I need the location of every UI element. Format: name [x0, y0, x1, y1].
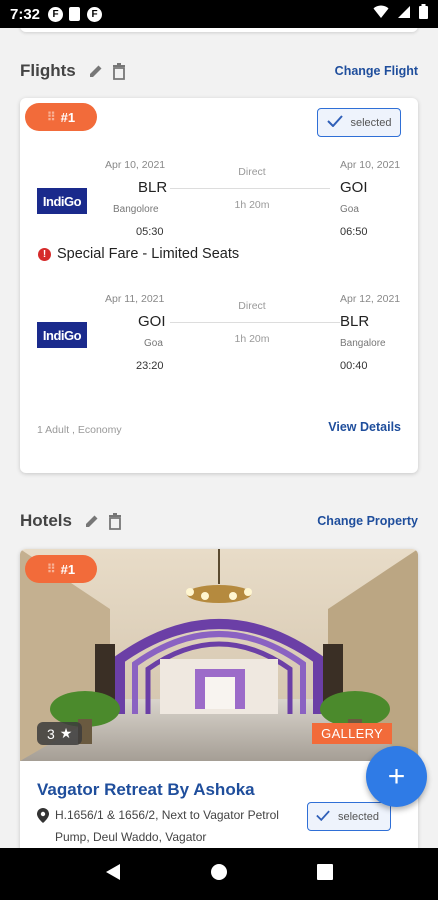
- arrival-code: GOI: [340, 179, 368, 196]
- passenger-summary: 1 Adult , Economy: [37, 424, 122, 436]
- flight-duration: 1h 20m: [234, 333, 270, 345]
- app-notification-icon: F: [87, 6, 103, 22]
- sd-card-icon: [69, 7, 81, 21]
- previous-card-edge: [20, 28, 418, 32]
- arrival-time: 00:40: [340, 360, 368, 372]
- hotel-selected-toggle[interactable]: selected: [307, 802, 391, 831]
- arrival-code: BLR: [340, 313, 370, 330]
- flight-selected-toggle[interactable]: selected: [317, 108, 401, 137]
- itinerary-content[interactable]: Flights Change Flight ⠿ #1 selected Indi…: [0, 28, 438, 848]
- alert-icon: !: [38, 247, 51, 261]
- flight-type: Direct: [238, 300, 266, 312]
- badge-number: #1: [60, 561, 76, 577]
- view-details-link[interactable]: View Details: [328, 420, 401, 434]
- departure-code: GOI: [138, 313, 166, 330]
- add-fab-button[interactable]: +: [366, 746, 427, 807]
- status-time: 7:32: [10, 5, 41, 23]
- departure-code: BLR: [138, 179, 168, 196]
- location-pin-icon: [37, 804, 49, 848]
- recents-icon[interactable]: [317, 863, 334, 885]
- signal-icon: [397, 5, 411, 24]
- back-icon[interactable]: [105, 863, 121, 886]
- badge-number: #1: [60, 109, 76, 125]
- edit-icon[interactable]: [84, 513, 100, 529]
- delete-icon[interactable]: [112, 62, 126, 80]
- hotel-option-badge: ⠿ #1: [25, 555, 97, 583]
- flights-title: Flights: [20, 61, 76, 80]
- check-icon: [326, 115, 343, 130]
- hotel-address: H.1656/1 & 1656/2, Next to Vagator Petro…: [37, 804, 282, 848]
- arrival-city: Goa: [340, 204, 359, 215]
- plus-icon: +: [387, 759, 406, 793]
- hotels-header: Hotels Change Property: [20, 508, 418, 534]
- route-line: [170, 188, 330, 189]
- flights-header: Flights Change Flight: [20, 58, 418, 84]
- hotels-title: Hotels: [20, 511, 72, 530]
- flight-option-badge: ⠿ #1: [25, 103, 97, 131]
- selected-label: selected: [338, 810, 379, 823]
- home-icon[interactable]: [210, 863, 228, 886]
- indigo-logo: IndiGo: [37, 322, 87, 348]
- flight-leg-outbound: IndiGo Apr 10, 2021 BLR Bangolore 05:30 …: [20, 155, 418, 250]
- hotel-card[interactable]: ⠿ #1 3 ★ GALLERY Vagator Retreat By Asho…: [20, 549, 418, 848]
- notice-text: Special Fare - Limited Seats: [57, 246, 240, 262]
- flight-type: Direct: [238, 166, 266, 178]
- flight-card[interactable]: ⠿ #1 selected IndiGo Apr 10, 2021 BLR Ba…: [20, 98, 418, 473]
- check-icon: [316, 810, 330, 824]
- battery-icon: [419, 4, 428, 24]
- flight-leg-return: IndiGo Apr 11, 2021 GOI Goa 23:20 Direct…: [20, 289, 418, 384]
- delete-icon[interactable]: [108, 512, 122, 530]
- status-bar: 7:32 F F: [0, 0, 438, 28]
- indigo-logo: IndiGo: [37, 188, 87, 214]
- arrival-date: Apr 10, 2021: [340, 159, 401, 171]
- selected-label: selected: [350, 116, 392, 129]
- change-property-link[interactable]: Change Property: [317, 514, 418, 528]
- gallery-button[interactable]: GALLERY: [312, 723, 392, 744]
- departure-date: Apr 11, 2021: [105, 293, 165, 305]
- departure-time: 05:30: [136, 226, 164, 238]
- departure-time: 23:20: [136, 360, 164, 372]
- address-text: H.1656/1 & 1656/2, Next to Vagator Petro…: [55, 808, 279, 844]
- star-icon: ★: [59, 725, 73, 741]
- departure-city: Bangolore: [113, 204, 159, 215]
- navigation-bar: [0, 848, 438, 900]
- hotel-name[interactable]: Vagator Retreat By Ashoka: [37, 780, 255, 800]
- app-notification-icon: F: [48, 6, 64, 22]
- departure-city: Goa: [144, 338, 163, 349]
- arrival-date: Apr 12, 2021: [340, 293, 401, 305]
- drag-grip-icon[interactable]: ⠿: [47, 110, 56, 124]
- hotel-rating: 3 ★: [37, 722, 83, 745]
- rating-value: 3: [47, 725, 55, 742]
- special-fare-notice: ! Special Fare - Limited Seats: [38, 246, 239, 262]
- edit-icon[interactable]: [88, 63, 104, 79]
- arrival-time: 06:50: [340, 226, 368, 238]
- change-flight-link[interactable]: Change Flight: [335, 64, 418, 78]
- departure-date: Apr 10, 2021: [105, 159, 166, 171]
- drag-grip-icon[interactable]: ⠿: [47, 562, 56, 576]
- route-line: [170, 322, 340, 323]
- flight-duration: 1h 20m: [234, 199, 270, 211]
- wifi-icon: [373, 5, 389, 24]
- arrival-city: Bangalore: [340, 338, 386, 349]
